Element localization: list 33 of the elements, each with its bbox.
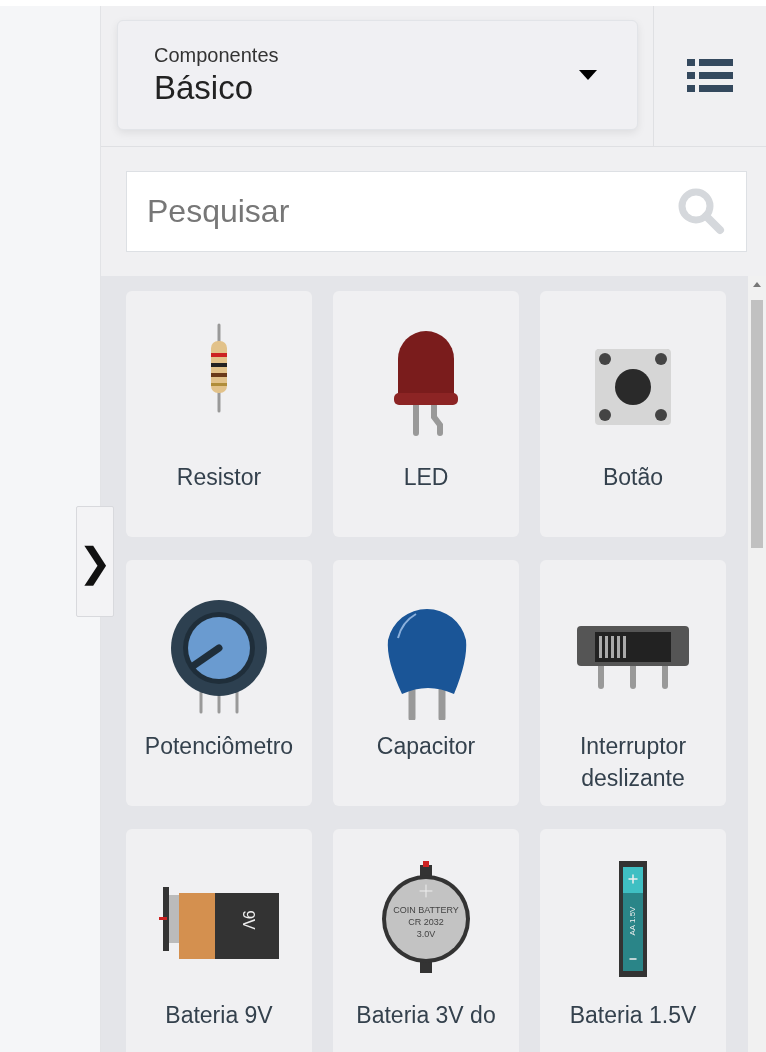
scroll-up-icon[interactable]	[753, 282, 761, 287]
component-label: Bateria 9V	[164, 1001, 274, 1030]
battery-marking: COIN BATTERY	[393, 905, 459, 915]
search-icon	[677, 187, 725, 235]
collapse-toggle[interactable]: ❯	[76, 506, 114, 617]
component-card[interactable]: Capacitor	[333, 560, 519, 806]
component-label: Interruptor deslizante	[578, 732, 688, 793]
component-card[interactable]: LED	[333, 291, 519, 537]
component-label: LED	[402, 463, 450, 492]
component-card[interactable]: Potenciômetro	[126, 560, 312, 806]
component-label: Botão	[601, 463, 665, 492]
component-card[interactable]: 9V Bateria 9V	[126, 829, 312, 1052]
battery-marking: 9V	[239, 910, 257, 930]
dropdown-value: Básico	[154, 68, 255, 107]
component-label: Capacitor	[375, 732, 477, 761]
component-card[interactable]: Interruptor deslizante	[540, 560, 726, 806]
category-dropdown[interactable]: Componentes Básico	[117, 20, 638, 130]
battery-marking: AA 1.5V	[628, 906, 638, 936]
component-card[interactable]: Botão	[540, 291, 726, 537]
component-label: Bateria 1.5V	[568, 1001, 698, 1030]
component-label: Resistor	[175, 463, 263, 492]
scrollbar-thumb[interactable]	[751, 300, 763, 548]
caret-icon	[579, 70, 597, 80]
component-label: Potenciômetro	[143, 732, 295, 761]
battery-marking: 3.0V	[416, 929, 436, 939]
dropdown-label: Componentes	[154, 43, 280, 67]
list-icon	[687, 59, 733, 93]
search-field[interactable]: Pesquisar	[126, 171, 747, 252]
component-card[interactable]: Resistor	[126, 291, 312, 537]
component-card[interactable]: COIN BATTERY CR 2032 3.0V Bateria 3V do	[333, 829, 519, 1052]
component-label: Bateria 3V do	[355, 1001, 497, 1030]
battery-marking: CR 2032	[408, 917, 444, 927]
component-card[interactable]: AA 1.5V Bateria 1.5V	[540, 829, 726, 1052]
